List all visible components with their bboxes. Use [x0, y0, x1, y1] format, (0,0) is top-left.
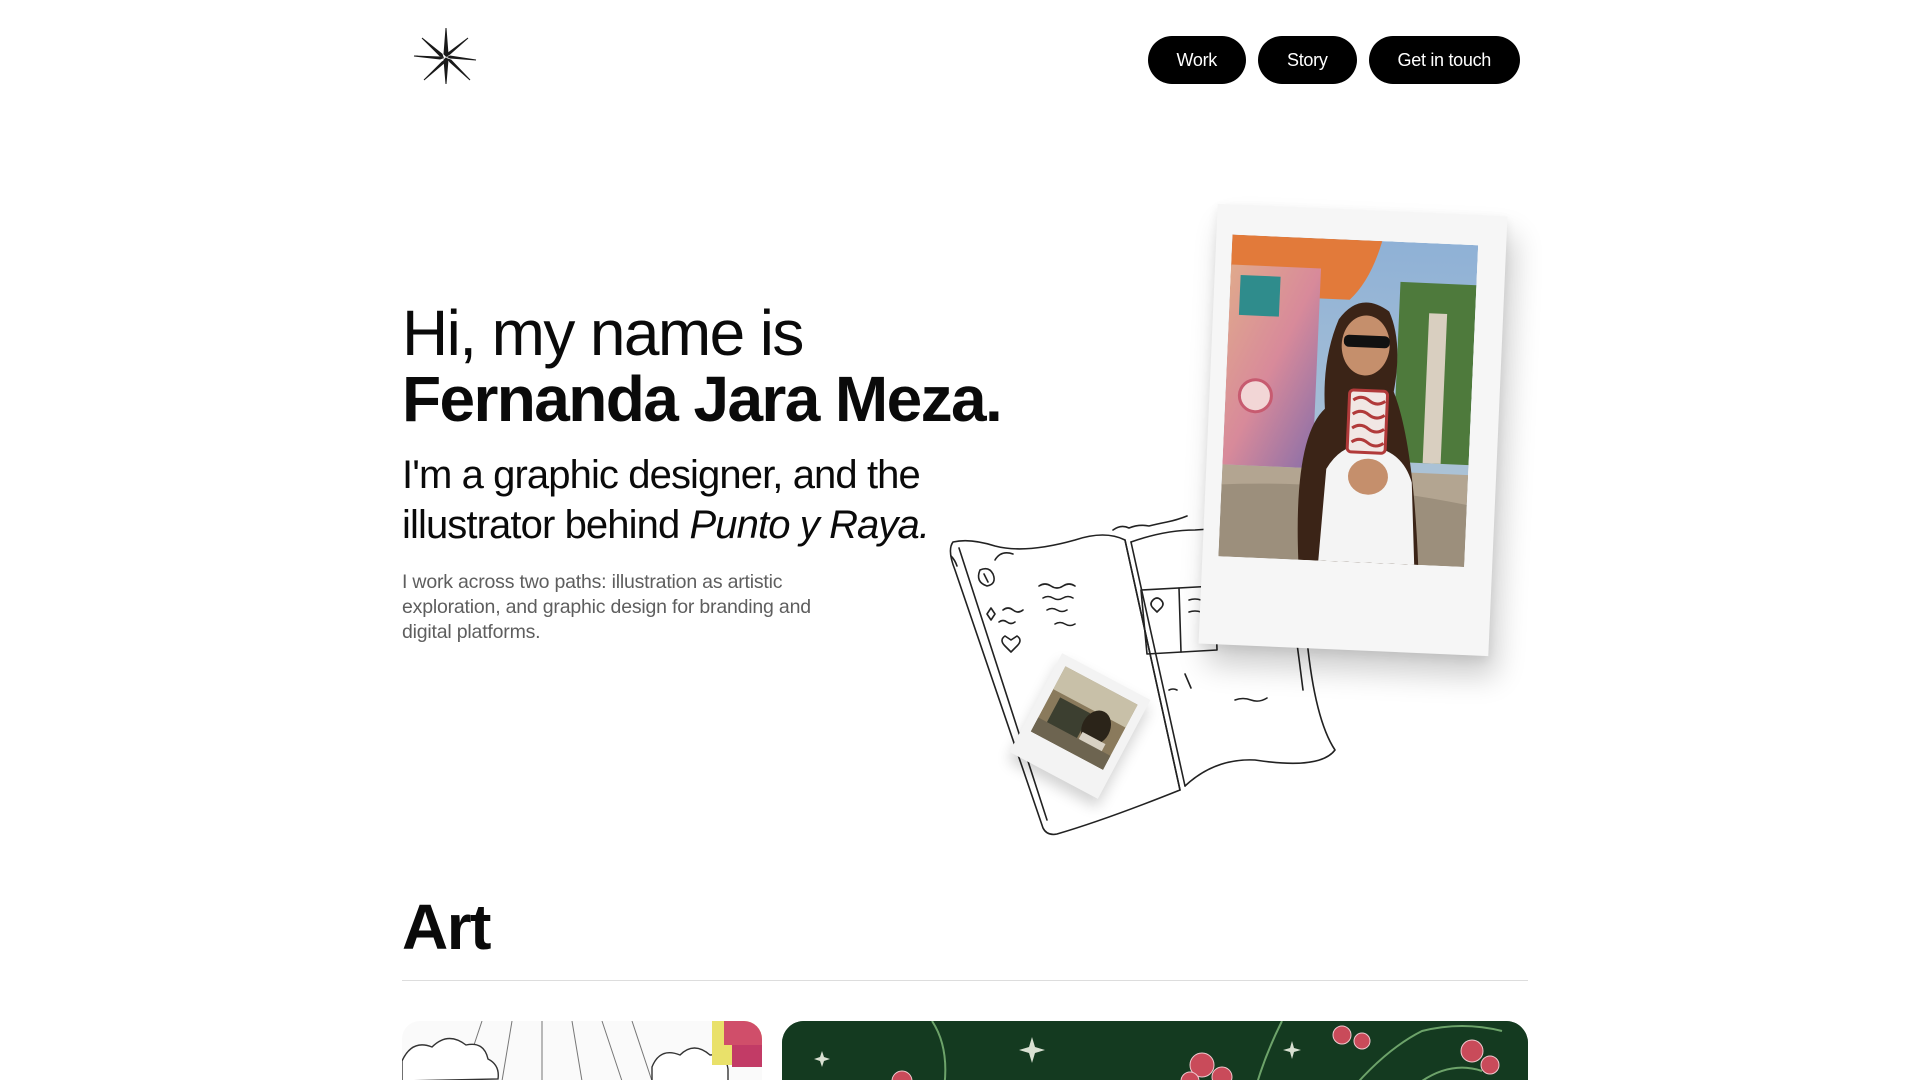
nav-story-button[interactable]: Story — [1258, 36, 1357, 84]
art-card-botanical[interactable] — [782, 1021, 1528, 1080]
portrait-photo — [1218, 234, 1479, 567]
nav-get-in-touch-button[interactable]: Get in touch — [1368, 36, 1520, 84]
hero-role: I'm a graphic designer, and the illustra… — [402, 450, 1022, 550]
hero-name: Fernanda Jara Meza. — [402, 363, 1003, 435]
section-divider — [402, 980, 1528, 981]
art-section-title: Art — [402, 891, 491, 963]
hero-text: Hi, my name is Fernanda Jara Meza. I'm a… — [402, 300, 1022, 645]
hero-project-name: Punto y Raya. — [689, 503, 930, 547]
art-card-clouds[interactable] — [402, 1021, 762, 1080]
main-nav: Work Story Get in touch — [1147, 36, 1520, 84]
hero-intro: I work across two paths: illustration as… — [402, 571, 811, 643]
hero-greeting: Hi, my name is — [402, 297, 804, 369]
hero-polaroid-photo — [1198, 203, 1508, 657]
logo-star-icon[interactable] — [410, 26, 480, 88]
hero-heading: Hi, my name is Fernanda Jara Meza. — [402, 300, 1022, 432]
nav-work-button[interactable]: Work — [1147, 36, 1247, 84]
